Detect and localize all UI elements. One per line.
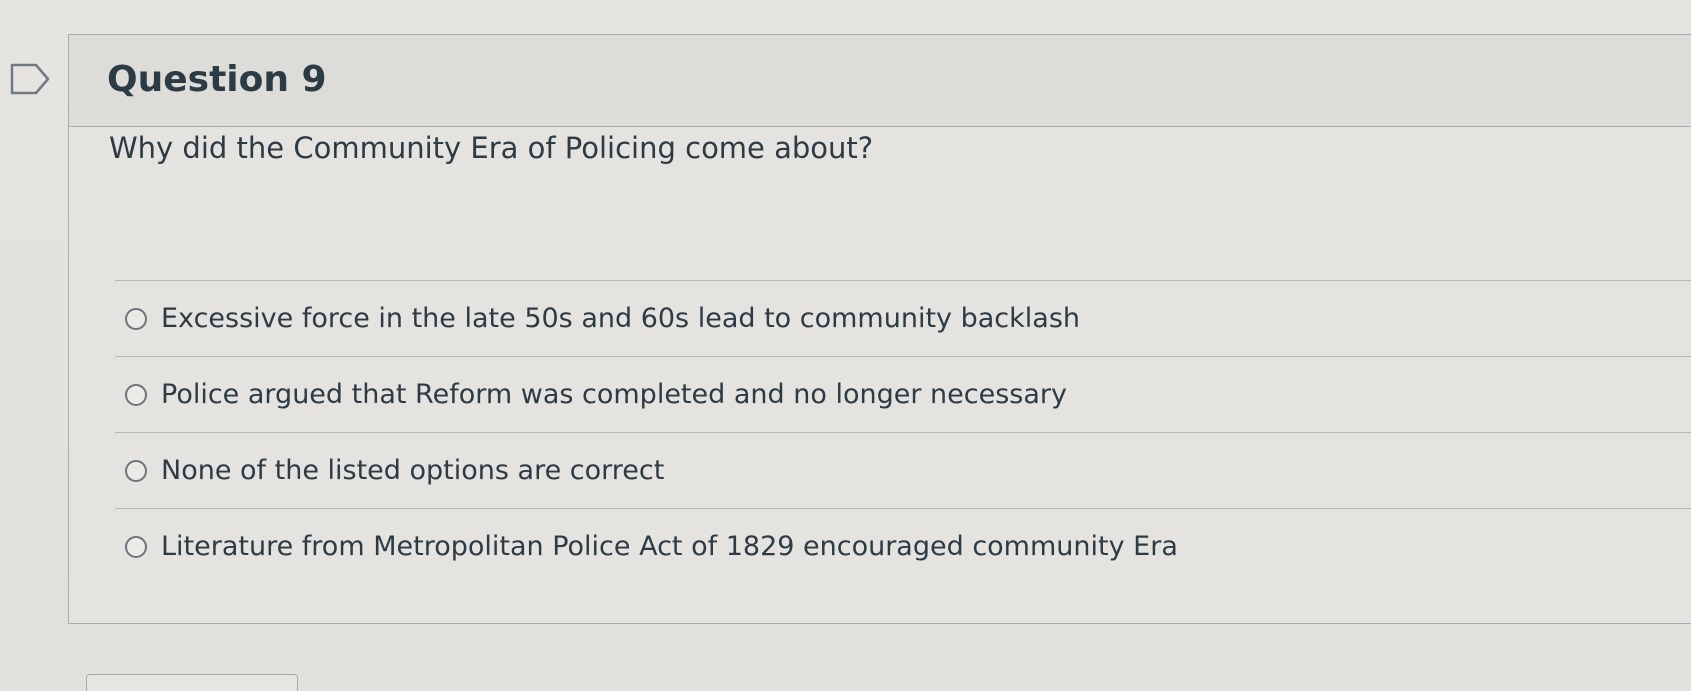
question-text: Why did the Community Era of Policing co… [109, 131, 874, 165]
radio-button[interactable] [125, 307, 147, 330]
radio-button[interactable] [125, 535, 147, 558]
answer-label: Police argued that Reform was completed … [161, 379, 1067, 410]
radio-button[interactable] [125, 383, 147, 406]
answer-label: Excessive force in the late 50s and 60s … [161, 303, 1081, 334]
answer-option-1[interactable]: Excessive force in the late 50s and 60s … [115, 280, 1691, 356]
answer-option-2[interactable]: Police argued that Reform was completed … [115, 356, 1691, 432]
question-header: Question 9 [69, 35, 1691, 127]
radio-button[interactable] [125, 459, 147, 482]
answer-label: Literature from Metropolitan Police Act … [161, 531, 1178, 562]
question-title: Question 9 [107, 59, 327, 100]
quiz-page: Question 9 Why did the Community Era of … [0, 0, 1691, 691]
answer-list: Excessive force in the late 50s and 60s … [115, 280, 1691, 584]
flag-question-icon[interactable] [10, 62, 52, 96]
next-button[interactable] [86, 674, 298, 691]
question-card: Question 9 Why did the Community Era of … [68, 34, 1691, 624]
answer-option-4[interactable]: Literature from Metropolitan Police Act … [115, 508, 1691, 584]
answer-label: None of the listed options are correct [161, 455, 665, 486]
answer-option-3[interactable]: None of the listed options are correct [115, 432, 1691, 508]
